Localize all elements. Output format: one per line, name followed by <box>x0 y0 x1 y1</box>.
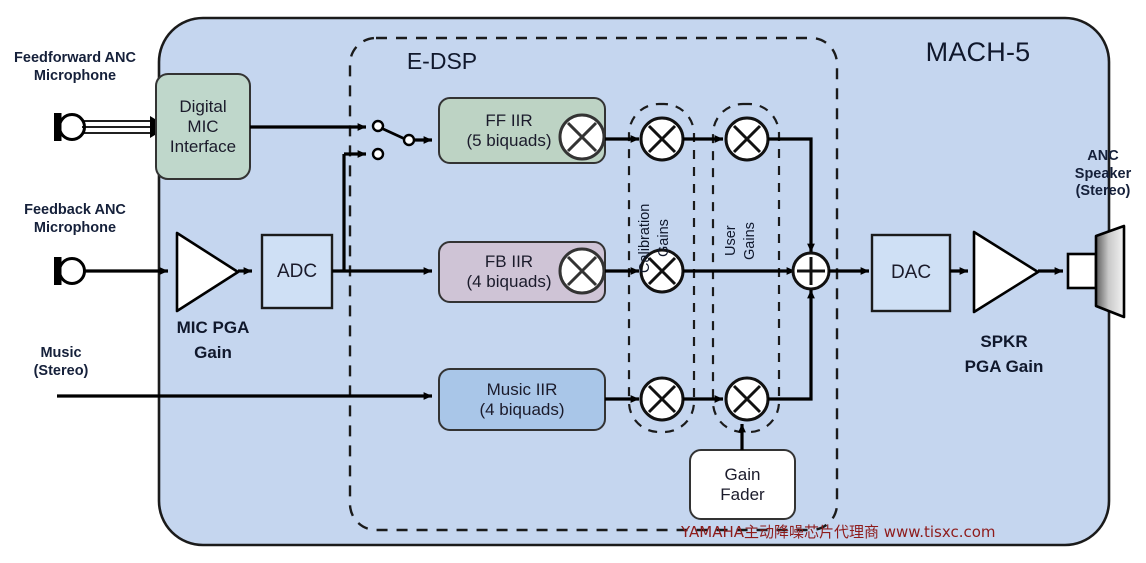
diagram-canvas <box>54 16 1126 547</box>
music-calibration-gain-multiply-icon <box>639 376 685 422</box>
spkr-pga-label: SPKR PGA Gain <box>930 332 1078 377</box>
feedback-mic-label-line1: Feedback ANC <box>24 202 126 218</box>
gain-fader-block <box>689 449 796 520</box>
mic-pga-label-line1: MIC PGA <box>176 318 250 337</box>
music-iir-block <box>438 368 606 431</box>
anc-speaker-label: ANC Speaker (Stereo) <box>1060 148 1146 201</box>
user-gains-line2: Gains <box>742 222 759 260</box>
adc-block <box>260 233 334 310</box>
feedback-mic-label: Feedback ANC Microphone <box>0 202 150 237</box>
calibration-gains-line1: Calibration <box>637 203 653 273</box>
spkr-pga-label-line2: PGA Gain <box>964 356 1044 376</box>
block-diagram: Feedforward ANC Microphone Feedback ANC … <box>0 0 1146 563</box>
feedback-mic-label-line2: Microphone <box>33 219 117 236</box>
edsp-region-label: E-DSP <box>406 48 478 74</box>
music-input-label-line1: Music <box>40 345 82 361</box>
feedforward-mic-label: Feedforward ANC Microphone <box>0 50 150 85</box>
anc-speaker-label-line2: Speaker <box>1074 165 1132 182</box>
watermark-text: YAMAHA主动降噪芯片代理商 www.tisxc.com <box>681 523 996 541</box>
mic-pga-label: MIC PGA Gain <box>140 318 286 363</box>
dac-block <box>870 233 952 313</box>
sum-icon <box>791 251 831 291</box>
feedforward-mic-icon <box>54 113 86 141</box>
music-user-gain-multiply-icon <box>724 376 770 422</box>
anc-speaker-label-line1: ANC <box>1087 148 1119 164</box>
ff-user-gain-multiply-icon <box>724 116 770 162</box>
anc-speaker-label-line3: (Stereo) <box>1075 183 1131 200</box>
user-gains-label: User Gains <box>722 186 759 296</box>
ff-calibration-gain-multiply-icon <box>639 116 685 162</box>
page-title: MACH-5 <box>925 37 1031 67</box>
user-gains-line1: User <box>723 225 739 257</box>
calibration-gains-line2: Gains <box>656 219 673 257</box>
mic-pga-label-line2: Gain <box>194 342 232 362</box>
feedforward-mic-label-line2: Microphone <box>33 67 117 84</box>
music-input-label: Music (Stereo) <box>0 345 122 380</box>
calibration-gains-label: Calibration Gains <box>636 174 673 302</box>
ff-iir-gain-multiply-icon <box>558 113 606 161</box>
feedback-mic-icon <box>54 257 86 285</box>
digital-mic-interface-block <box>155 73 251 180</box>
spkr-pga-label-line1: SPKR <box>980 332 1028 351</box>
feedforward-mic-label-line1: Feedforward ANC <box>14 50 136 66</box>
music-input-label-line2: (Stereo) <box>33 362 89 379</box>
fb-iir-gain-multiply-icon <box>558 247 606 295</box>
